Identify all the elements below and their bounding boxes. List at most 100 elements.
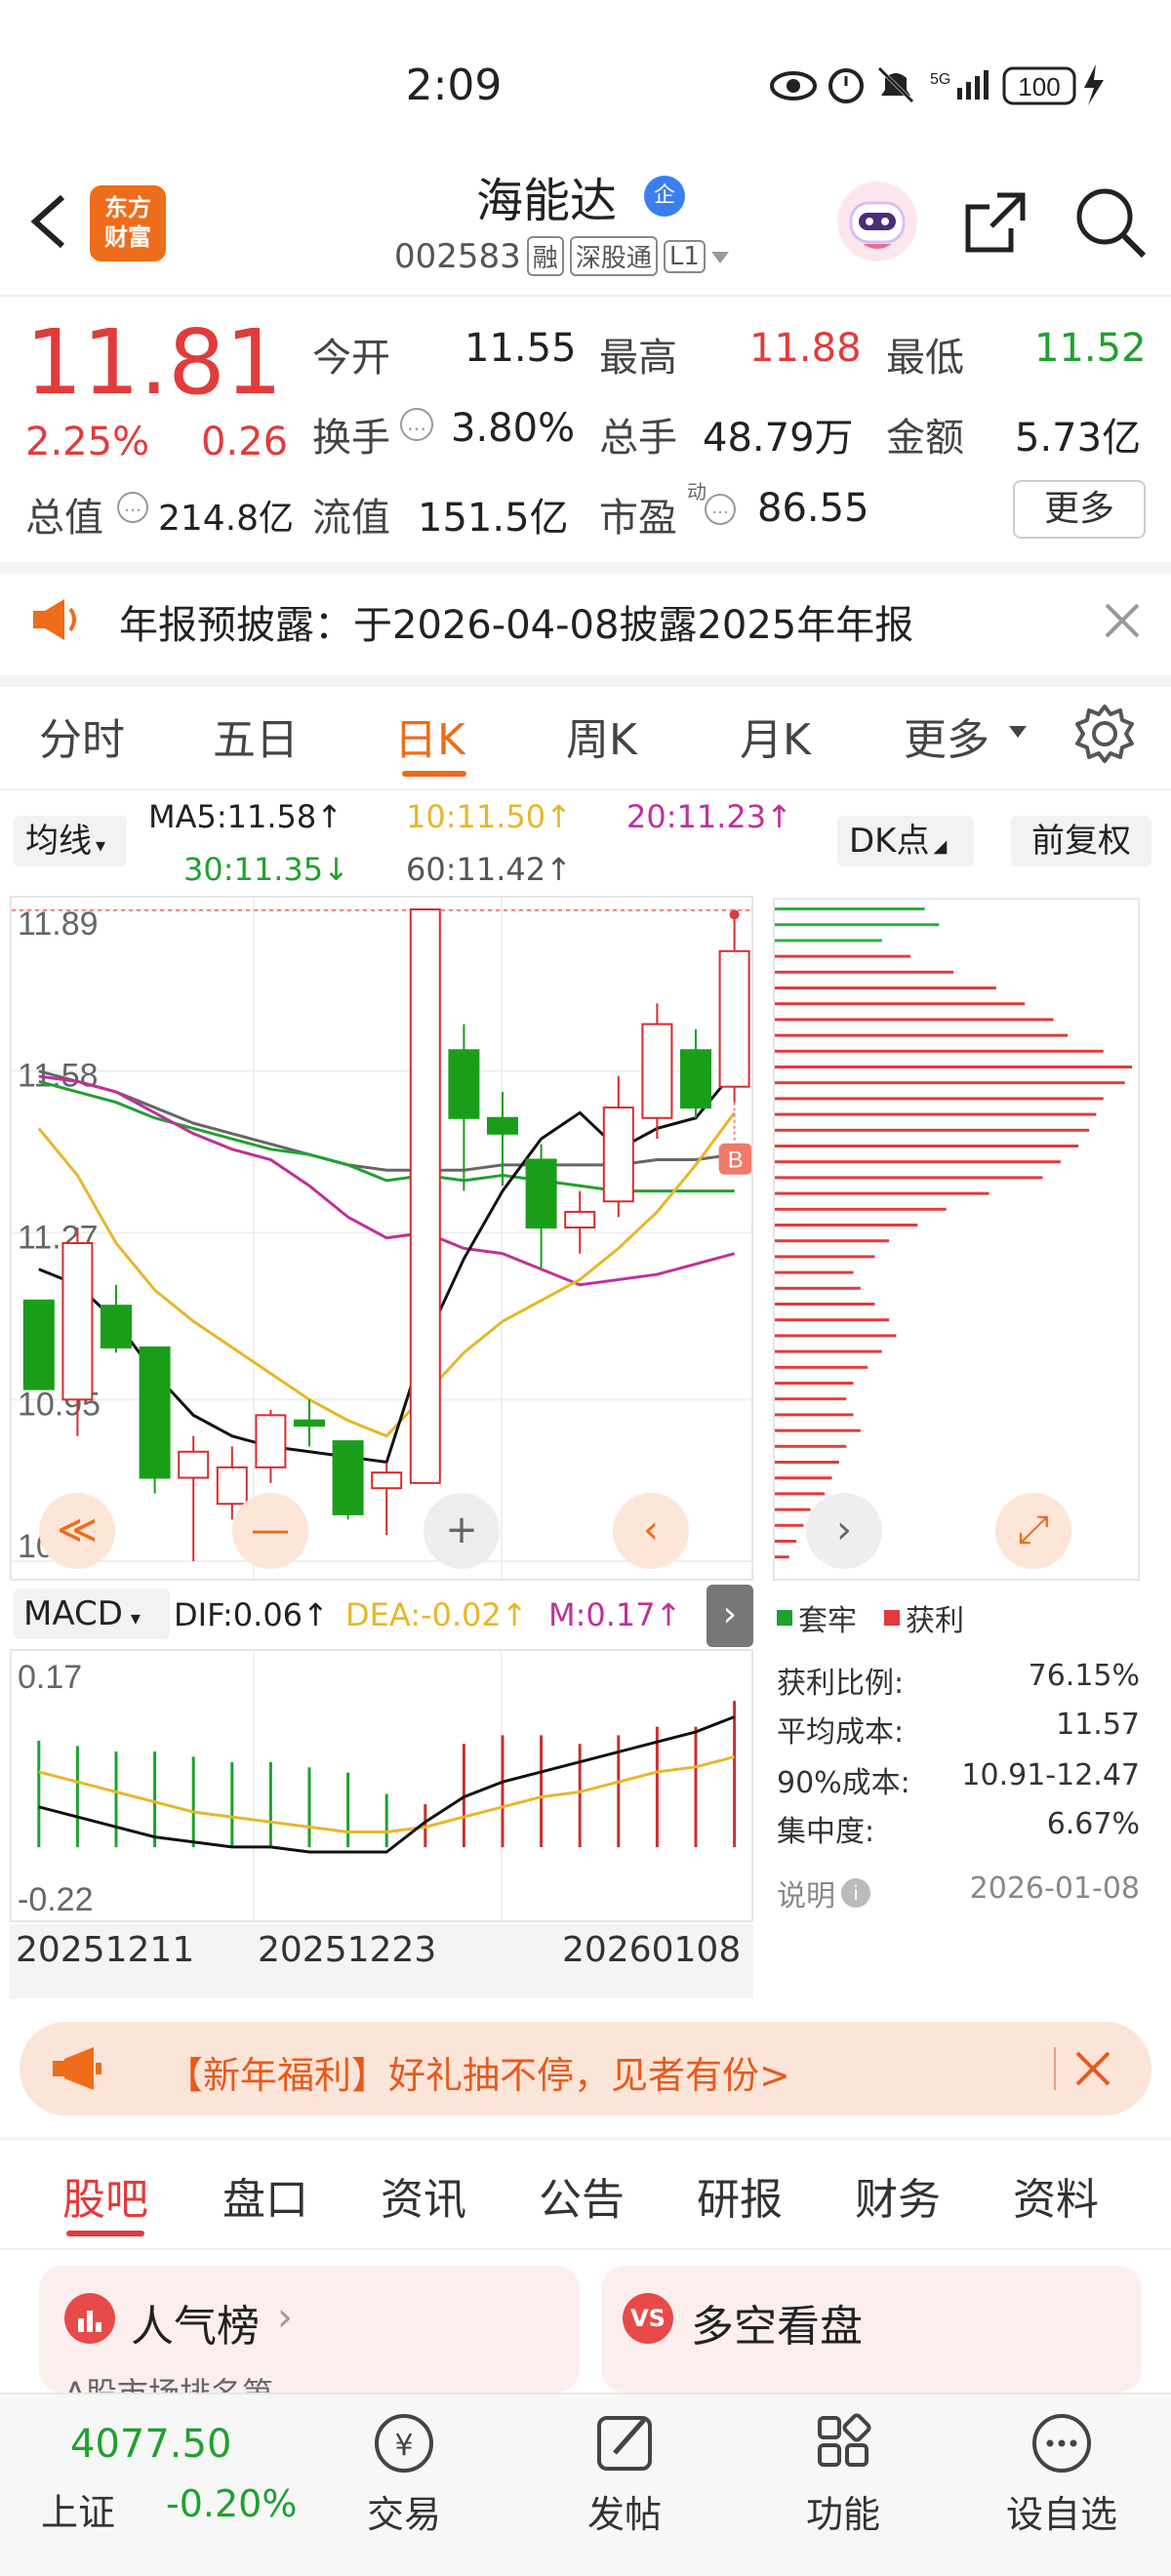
chip-bar — [775, 1049, 1104, 1053]
chip-bar — [775, 1413, 854, 1417]
pe-info-icon[interactable]: … — [705, 494, 736, 525]
back-button[interactable] — [20, 187, 78, 256]
robot-icon — [849, 201, 906, 249]
adjust-selector[interactable]: 前复权 — [1011, 816, 1151, 866]
zoom-out-button[interactable]: — — [232, 1493, 308, 1569]
ma-selector[interactable]: 均线 ▾ — [14, 816, 127, 866]
tab-more[interactable]: 更多 — [904, 704, 989, 767]
candle-body — [680, 1049, 711, 1109]
chart-next-button[interactable]: › — [806, 1493, 882, 1569]
candle-body — [255, 1414, 287, 1469]
chip-explain-label: 说明 — [777, 1879, 835, 1913]
tab-finance[interactable]: 财务 — [855, 2164, 941, 2227]
stock-code-row[interactable]: 002583 融 深股通 L1 — [394, 236, 735, 276]
popularity-title: 人气榜 — [131, 2302, 260, 2352]
nav-post[interactable]: 发帖 — [546, 2402, 703, 2568]
chip-explain[interactable]: 说明 i — [777, 1872, 870, 1914]
chip-bar — [775, 1492, 826, 1496]
search-button[interactable] — [1071, 183, 1150, 262]
tab-daily-k[interactable]: 日K — [394, 704, 465, 767]
banner-divider — [0, 2137, 1171, 2141]
kline-chart-area[interactable]: 11.8911.5811.2710.9510.64B — [10, 896, 753, 1581]
chip-stat-label-2: 平均成本: — [777, 1715, 905, 1750]
nav-functions[interactable]: 功能 — [765, 2402, 921, 2568]
chip-bar — [775, 1303, 875, 1306]
edit-icon — [597, 2416, 652, 2471]
bull-bear-card[interactable]: VS 多空看盘 — [601, 2266, 1142, 2393]
tab-5day[interactable]: 五日 — [213, 704, 299, 767]
candle-body — [602, 1107, 634, 1203]
nav-trade[interactable]: ¥ 交易 — [326, 2402, 482, 2568]
promo-close-button[interactable] — [1073, 2049, 1112, 2088]
chip-stat-value-3: 10.91-12.47 — [961, 1758, 1140, 1792]
chip-distribution-area[interactable] — [773, 898, 1140, 1581]
index-value[interactable]: 4077.50 — [70, 2422, 231, 2467]
tab-news[interactable]: 资讯 — [381, 2164, 466, 2227]
chip-bar — [775, 1365, 868, 1369]
legend-profit: 获利 — [906, 1604, 964, 1638]
chip-bar — [775, 923, 940, 927]
tag-connect: 深股通 — [569, 236, 658, 276]
tab-announcement[interactable]: 公告 — [539, 2164, 625, 2227]
indicator-selector[interactable]: MACD ▾ — [14, 1589, 170, 1639]
tab-weekly-k[interactable]: 周K — [566, 704, 637, 767]
chevron-right-icon: › — [277, 2295, 293, 2340]
chip-bar — [775, 1002, 1026, 1006]
chip-bar — [775, 1081, 1125, 1085]
macd-chart-svg: 0.17 -0.22 — [18, 1651, 737, 1920]
fullscreen-button[interactable]: ⤢ — [995, 1493, 1071, 1569]
macd-chart-area[interactable]: 0.17 -0.22 — [10, 1649, 753, 1922]
candle-body — [409, 908, 441, 1484]
high-value: 11.88 — [749, 326, 862, 371]
amount-label: 金额 — [886, 416, 964, 461]
share-icon — [965, 192, 1026, 253]
chart-scroll-left-button[interactable]: ≪ — [39, 1493, 115, 1569]
indicator-next-button[interactable]: › — [707, 1585, 753, 1647]
mktcap-info-icon[interactable]: … — [117, 492, 148, 523]
chip-distribution-svg — [775, 907, 1132, 1559]
dk-label: DK点 — [849, 822, 930, 861]
tab-research[interactable]: 研报 — [697, 2164, 783, 2227]
chip-stat-label-4: 集中度: — [777, 1815, 875, 1849]
tab-more-caret-icon — [1007, 722, 1029, 742]
more-dots-icon — [1032, 2414, 1091, 2473]
chip-bar — [775, 954, 911, 958]
date-label-1: 20251211 — [16, 1930, 195, 1970]
turnover-info-icon[interactable]: … — [400, 408, 433, 441]
zoom-in-button[interactable]: + — [424, 1493, 500, 1569]
chip-bar — [775, 1555, 789, 1559]
tab-guba[interactable]: 股吧 — [62, 2164, 148, 2227]
notice-text[interactable]: 年报预披露：于2026-04-08披露2025年年报 — [119, 593, 913, 650]
chart-settings-button[interactable] — [1073, 703, 1136, 765]
dk-point-selector[interactable]: DK点 ◢ — [837, 816, 974, 866]
tab-intraday[interactable]: 分时 — [39, 704, 125, 767]
stock-code: 002583 — [394, 236, 521, 276]
svg-text:¥: ¥ — [394, 2429, 413, 2463]
chip-bar — [775, 907, 925, 910]
chart-prev-button[interactable]: ‹ — [613, 1493, 689, 1569]
notice-close-button[interactable] — [1101, 599, 1144, 642]
ma30-value: 30:11.35↓ — [183, 851, 349, 888]
share-button[interactable] — [958, 185, 1032, 260]
candle-body — [294, 1419, 325, 1428]
assistant-avatar-icon[interactable] — [837, 181, 917, 262]
volume-value: 48.79万 — [703, 416, 854, 461]
popularity-card[interactable]: 人气榜 › A股市场排名第 — [39, 2266, 580, 2412]
chip-stat-label-1: 获利比例: — [777, 1667, 905, 1701]
tab-profile[interactable]: 资料 — [1013, 2164, 1099, 2227]
date-label-2: 20251223 — [258, 1930, 437, 1970]
index-name[interactable]: 上证 — [41, 2482, 115, 2536]
chip-bar — [775, 1097, 1104, 1101]
candle-body — [216, 1466, 248, 1506]
stock-name: 海能达 — [475, 174, 617, 228]
nav-functions-label: 功能 — [805, 2493, 880, 2536]
more-quote-button[interactable]: 更多 — [1013, 480, 1146, 539]
network-text: 5G — [930, 71, 950, 88]
legend-trap: 套牢 — [798, 1604, 857, 1638]
index-change[interactable]: -0.20% — [166, 2482, 297, 2525]
candle-body — [332, 1440, 364, 1515]
nav-add-watchlist[interactable]: 设自选 — [984, 2402, 1140, 2568]
tab-monthly-k[interactable]: 月K — [740, 704, 811, 767]
enterprise-badge: 企 — [644, 176, 685, 217]
tab-pankou[interactable]: 盘口 — [222, 2164, 308, 2227]
